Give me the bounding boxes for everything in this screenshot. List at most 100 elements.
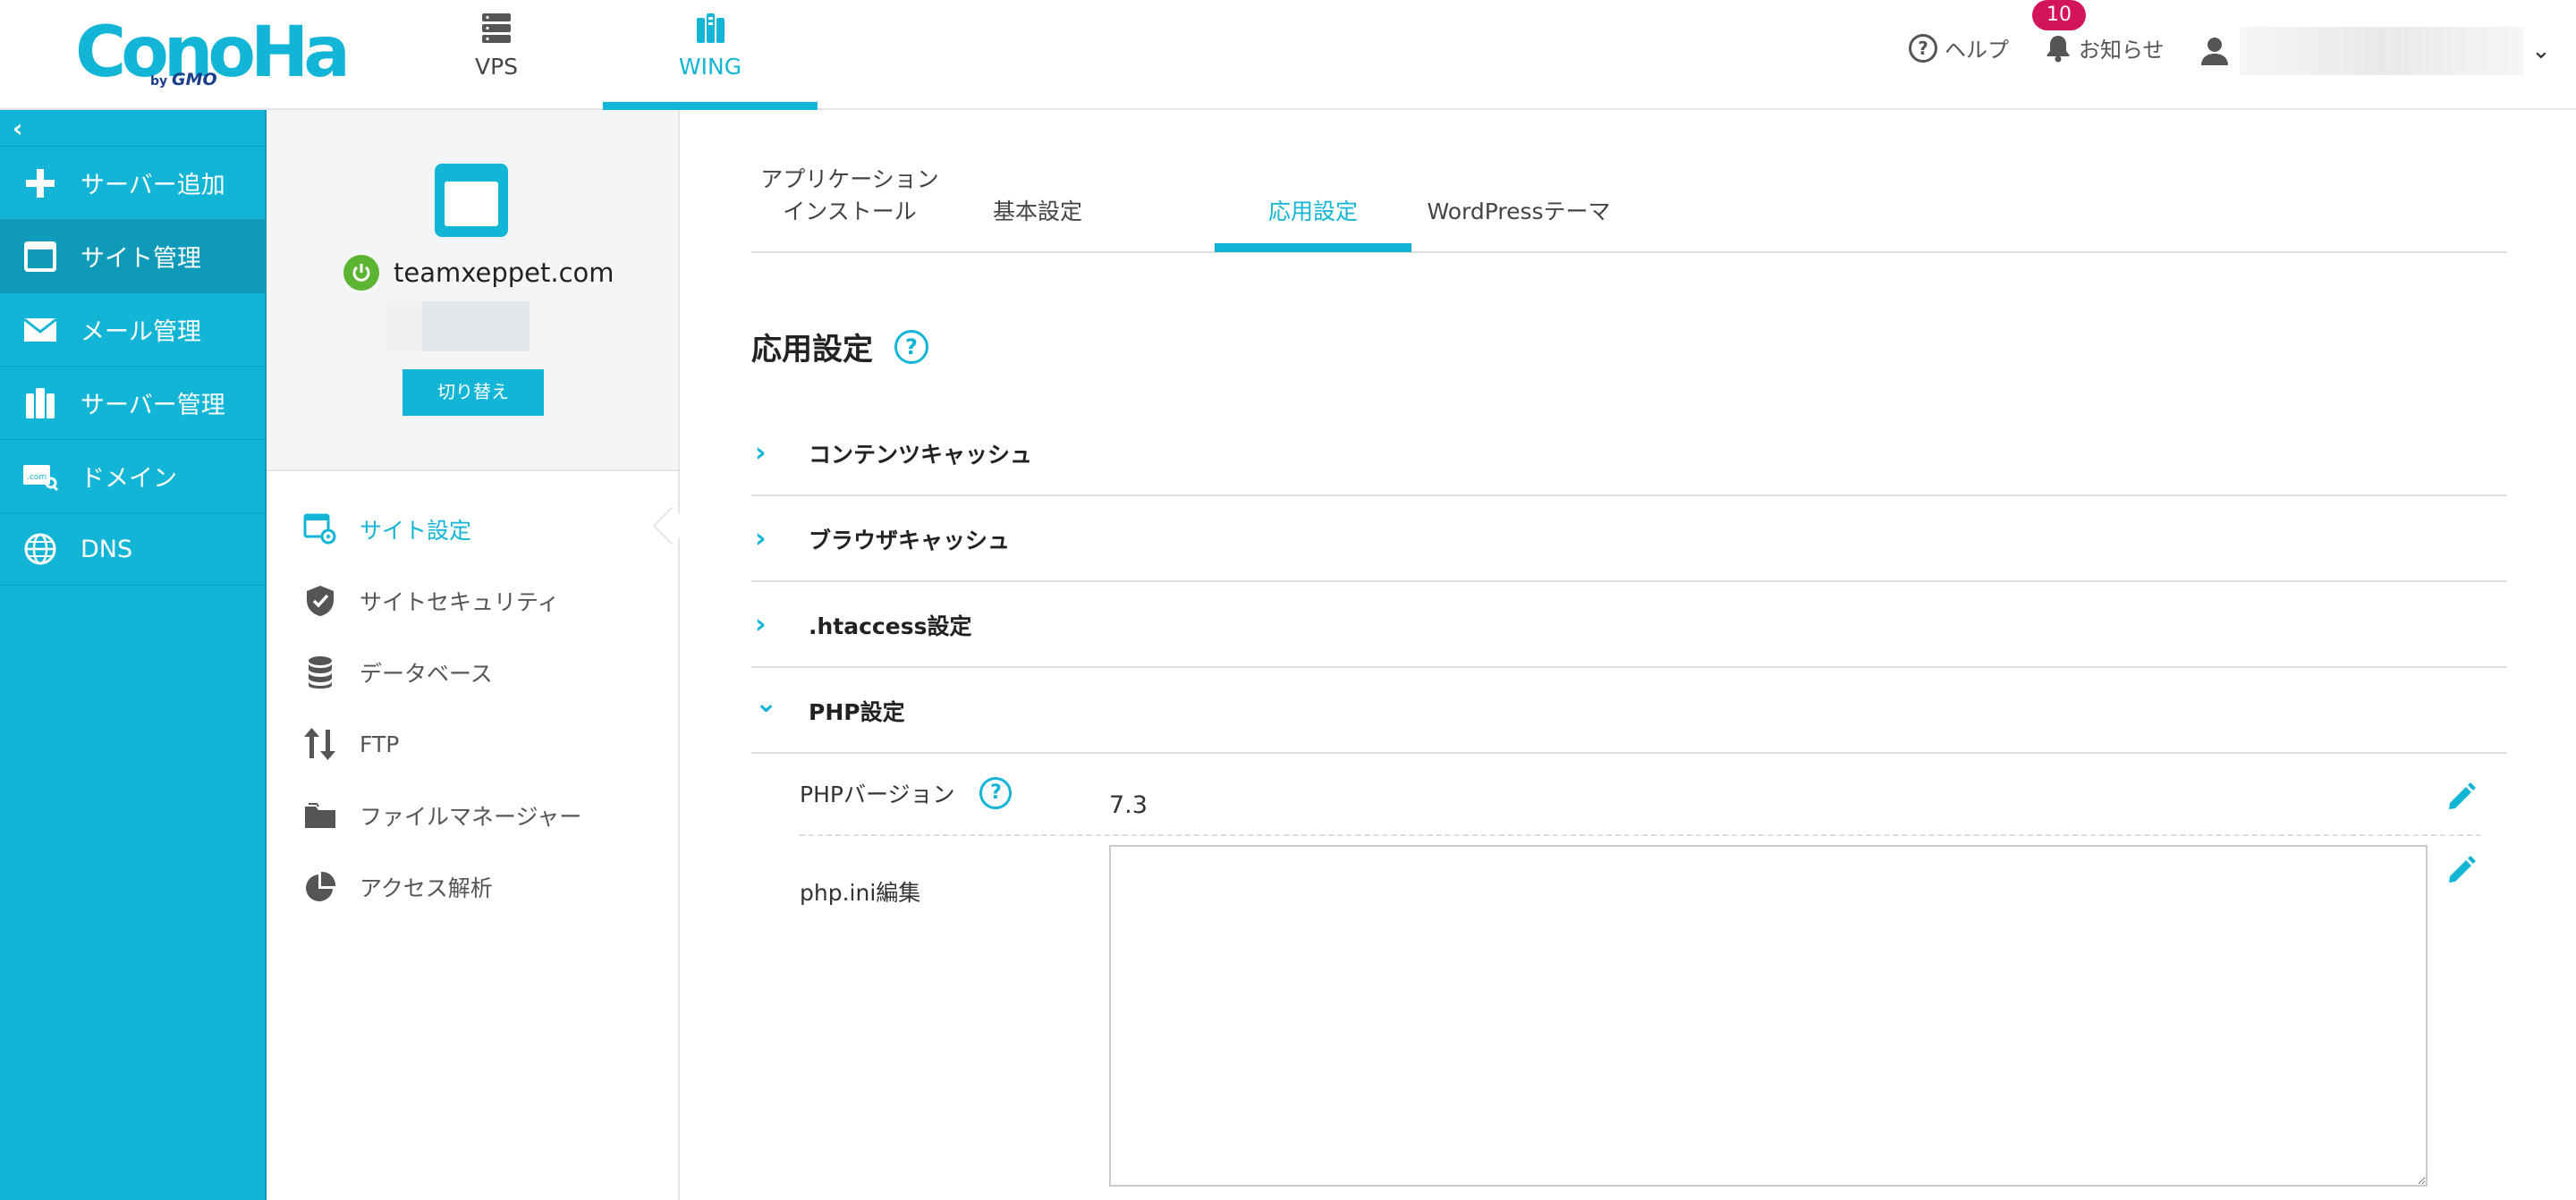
logo-by: by (150, 74, 168, 89)
php-version-label: PHPバージョン ? (800, 777, 1013, 809)
help-circle-icon[interactable]: ? (894, 329, 928, 364)
collapse-sidebar-icon[interactable]: ‹ (13, 114, 23, 143)
window-icon (0, 241, 80, 272)
sidebar-item-server-management[interactable]: サーバー管理 (0, 366, 267, 439)
php-version-label-text: PHPバージョン (800, 782, 955, 807)
help-label: ヘルプ (1945, 38, 2009, 63)
svg-text:.com: .com (27, 473, 47, 482)
plus-icon (0, 167, 80, 199)
chevron-right-icon: › (755, 523, 767, 554)
accordion-label: .htaccess設定 (809, 613, 972, 639)
sidebar-item-add-server[interactable]: サーバー追加 (0, 146, 267, 219)
accordion-content-cache[interactable]: › コンテンツキャッシュ (751, 410, 2506, 496)
submenu-database[interactable]: データベース (302, 650, 493, 695)
nav-wing[interactable]: WING (603, 0, 818, 110)
chevron-down-icon: ⌄ (2531, 38, 2551, 64)
submenu-label: ファイルマネージャー (360, 804, 582, 830)
wing-building-icon (697, 13, 724, 43)
sidebar-item-dns[interactable]: DNS (0, 512, 267, 586)
main-sidebar: ‹ サーバー追加 サイト管理 メール管理 サーバー管理 .com ドメイン DN… (0, 110, 267, 1200)
accordion-php-settings[interactable]: ⌄ PHP設定 (751, 668, 2506, 754)
sidebar-item-label: サーバー管理 (80, 392, 225, 419)
row-divider (800, 834, 2481, 836)
notice-label: お知らせ (2079, 38, 2165, 63)
submenu-label: サイト設定 (360, 518, 472, 544)
user-name-redacted (2240, 27, 2524, 75)
php-ini-label-text: php.ini編集 (800, 880, 921, 906)
domain-icon: .com (0, 461, 80, 492)
sidebar-item-label: メール管理 (80, 318, 201, 346)
sidebar-item-label: DNS (80, 535, 133, 563)
mail-icon (0, 317, 80, 342)
notice-link[interactable]: お知らせ (2045, 32, 2165, 63)
sidebar-item-mail-management[interactable]: メール管理 (0, 292, 267, 366)
tab-label: アプリケーション (760, 166, 939, 192)
submenu-label: FTP (360, 731, 400, 757)
site-domain-text: teamxeppet.com (394, 258, 614, 288)
nav-vps-label: VPS (474, 54, 519, 80)
submenu-site-security[interactable]: サイトセキュリティ (302, 579, 560, 623)
site-domain: teamxeppet.com (343, 253, 614, 292)
accordion-label: コンテンツキャッシュ (809, 442, 1033, 468)
accordion-label: PHP設定 (809, 699, 905, 725)
server-icon (0, 386, 80, 420)
submenu-file-manager[interactable]: ファイルマネージャー (302, 793, 581, 838)
settings-tabs: アプリケーション インストール 基本設定 応用設定 WordPressテーマ (751, 110, 2506, 253)
sidebar-item-label: サイト管理 (80, 245, 201, 273)
top-header: ConoHa by GMO VPS WING ? ヘルプ 10 お知らせ ⌄ (0, 0, 2576, 110)
logo-subtext: by GMO (150, 70, 217, 89)
submenu-label: アクセス解析 (360, 875, 493, 901)
site-submenu-panel: teamxeppet.com 切り替え サイト設定 サイトセキュリティ データベ… (267, 110, 691, 1200)
site-ip-redacted (386, 301, 530, 351)
site-window-icon (435, 164, 508, 237)
site-card: teamxeppet.com 切り替え (267, 110, 678, 471)
chevron-down-icon: ⌄ (755, 688, 778, 719)
site-settings-icon (302, 511, 338, 547)
tab-wordpress-theme[interactable]: WordPressテーマ (1402, 196, 1635, 228)
bell-icon (2046, 35, 2070, 62)
php-ini-label: php.ini編集 (800, 875, 920, 908)
sidebar-item-site-management[interactable]: サイト管理 (0, 219, 267, 292)
edit-php-ini-pencil-icon[interactable] (2444, 852, 2479, 888)
chevron-right-icon: › (755, 437, 767, 469)
user-menu[interactable]: ⌄ (2199, 27, 2551, 75)
edit-php-version-pencil-icon[interactable] (2444, 779, 2479, 815)
submenu-ftp[interactable]: FTP (302, 722, 399, 766)
nav-vps[interactable]: VPS (438, 0, 555, 110)
accordion-label: ブラウザキャッシュ (809, 528, 1011, 554)
logo-gmo: GMO (172, 70, 217, 89)
sidebar-item-domain[interactable]: .com ドメイン (0, 439, 267, 512)
tab-advanced-settings[interactable]: 応用設定 (1215, 196, 1411, 228)
submenu-label: データベース (360, 661, 493, 687)
submenu-site-settings[interactable]: サイト設定 (302, 507, 471, 552)
main-content: アプリケーション インストール 基本設定 応用設定 WordPressテーマ 応… (682, 110, 2576, 1200)
switch-site-button[interactable]: 切り替え (402, 369, 544, 416)
tab-label: インストール (783, 199, 917, 224)
server-stack-icon (482, 13, 511, 43)
power-icon (343, 255, 379, 291)
submenu-access-analysis[interactable]: アクセス解析 (302, 865, 493, 909)
active-tab-indicator (1215, 243, 1411, 252)
nav-wing-label: WING (678, 54, 742, 80)
tab-basic-settings[interactable]: 基本設定 (948, 196, 1127, 228)
php-ini-editor[interactable] (1109, 845, 2428, 1187)
notice-count-badge: 10 (2032, 0, 2086, 30)
sidebar-item-label: ドメイン (80, 465, 177, 493)
sidebar-item-label: サーバー追加 (80, 172, 225, 199)
shield-check-icon (302, 583, 338, 619)
help-link[interactable]: ? ヘルプ (1909, 32, 2009, 63)
transfer-arrows-icon (302, 726, 338, 762)
section-title: 応用設定 ? (751, 325, 928, 368)
accordion-htaccess[interactable]: › .htaccess設定 (751, 582, 2506, 668)
conoha-logo[interactable]: ConoHa by GMO (75, 13, 351, 93)
accordion-browser-cache[interactable]: › ブラウザキャッシュ (751, 496, 2506, 582)
submenu-label: サイトセキュリティ (360, 589, 560, 615)
folder-icon (302, 798, 338, 833)
database-icon (302, 655, 338, 690)
tab-app-install[interactable]: アプリケーション インストール (751, 164, 948, 228)
globe-icon (0, 532, 80, 566)
help-circle-icon[interactable]: ? (979, 777, 1013, 809)
user-icon (2201, 38, 2228, 65)
chevron-right-icon: › (755, 609, 767, 640)
help-icon: ? (1909, 33, 1937, 63)
